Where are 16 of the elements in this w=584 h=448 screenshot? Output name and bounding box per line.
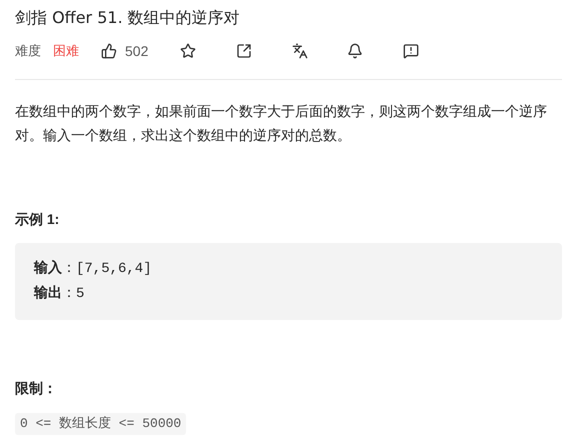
problem-description: 在数组中的两个数字，如果前面一个数字大于后面的数字，则这两个数字组成一个逆序对。输入一个数组，求出这个数组中的逆序对的总数。 [15,102,548,145]
example-line: 输入：[7,5,6,4] [34,259,153,279]
difficulty-value: 困难 [53,42,79,60]
example-title: 示例 1: [15,210,60,229]
share-icon[interactable] [236,43,252,59]
difficulty-label: 难度 [15,42,41,60]
like-button[interactable]: 502 [101,40,148,62]
thumbs-up-icon [101,43,117,59]
feedback-icon[interactable] [402,43,419,59]
example-line: 输出：5 [34,284,86,304]
bell-icon[interactable] [347,43,364,59]
translate-icon[interactable] [292,43,308,59]
problem-title: 剑指 Offer 51. 数组中的逆序对 [15,7,241,29]
constraints-title: 限制： [15,379,58,398]
constraint-code: 0 <= 数组长度 <= 50000 [15,413,186,434]
star-icon[interactable] [180,43,196,59]
